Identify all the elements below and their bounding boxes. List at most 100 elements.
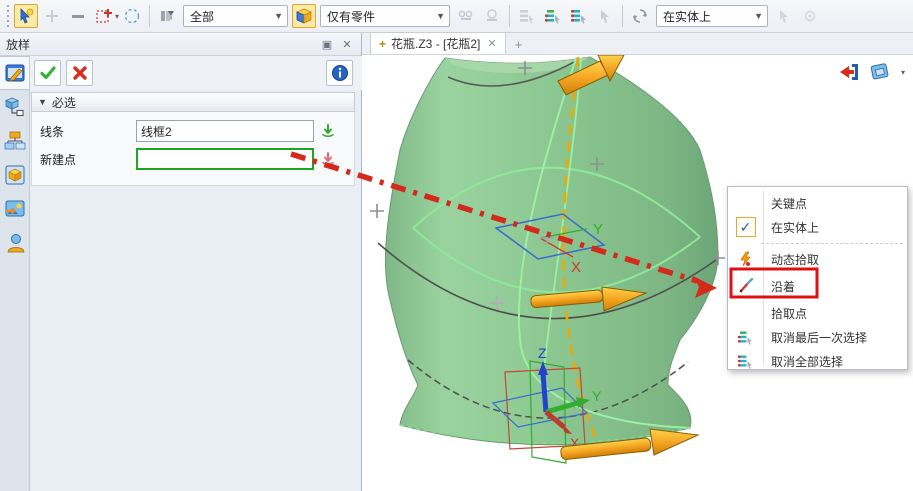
view-orientation-caret[interactable]: ▾ bbox=[901, 68, 905, 77]
unpick-all-button[interactable] bbox=[567, 4, 591, 28]
newpoint-label: 新建点 bbox=[40, 151, 136, 168]
tab-plus-icon: + bbox=[379, 37, 386, 51]
required-section: ▼ 必选 线条 新建点 bbox=[31, 92, 355, 186]
reselect-button[interactable] bbox=[628, 4, 652, 28]
loop-pick-button[interactable] bbox=[480, 4, 504, 28]
org-chart-icon bbox=[4, 130, 26, 152]
add-selection-button[interactable] bbox=[40, 4, 64, 28]
edit-panel-icon bbox=[4, 62, 26, 84]
sidebar-item-view-manager[interactable] bbox=[0, 192, 29, 226]
info-icon bbox=[331, 64, 349, 82]
column-filter-icon bbox=[158, 7, 176, 25]
newpoint-input[interactable] bbox=[136, 148, 314, 170]
field-row-curves: 线条 bbox=[40, 119, 348, 143]
unpick-last-button[interactable] bbox=[541, 4, 565, 28]
lasso-select-button[interactable] bbox=[120, 4, 144, 28]
menu-item-on-entity[interactable]: ✓ 在实体上 bbox=[728, 215, 909, 239]
rotate-arrows-icon bbox=[631, 7, 649, 25]
target-icon bbox=[802, 8, 818, 24]
pick-list-gray-button[interactable] bbox=[515, 4, 539, 28]
new-tab-button[interactable]: + bbox=[506, 34, 532, 54]
dropdown-caret-icon: ▼ bbox=[754, 11, 763, 21]
menu-item-cancel-all[interactable]: 取消全部选择 bbox=[728, 349, 909, 373]
pick-down-green-icon[interactable] bbox=[320, 123, 336, 139]
dropdown-caret-icon: ▼ bbox=[436, 11, 445, 21]
menu-separator bbox=[761, 243, 903, 244]
remove-selection-button[interactable] bbox=[66, 4, 90, 28]
list-unpick-last-icon bbox=[544, 7, 562, 25]
visual-cube-icon bbox=[4, 164, 26, 186]
smart-pick-button[interactable] bbox=[14, 4, 38, 28]
check-icon bbox=[39, 64, 57, 82]
panel-titlebar: 放样 ▣ ✕ bbox=[0, 33, 361, 56]
list-cursor-icon bbox=[518, 7, 536, 25]
plane-x-label: X bbox=[571, 259, 581, 276]
vase-body[interactable] bbox=[385, 57, 718, 445]
chain-pick-button[interactable] bbox=[454, 4, 478, 28]
chain-icon bbox=[457, 7, 475, 25]
cube-3d-icon bbox=[295, 7, 313, 25]
tab-active-document[interactable]: + 花瓶.Z3 - [花瓶2] ✕ bbox=[370, 32, 506, 54]
shape-filter-button[interactable] bbox=[292, 4, 316, 28]
curves-input[interactable] bbox=[136, 120, 314, 142]
exit-sketch-icon[interactable] bbox=[839, 62, 861, 82]
sidebar-item-edit-panel[interactable] bbox=[0, 56, 29, 90]
list-unpick-all-icon bbox=[737, 353, 754, 370]
sidebar-item-assembly-manager[interactable] bbox=[0, 90, 29, 124]
section-label: 必选 bbox=[52, 94, 76, 111]
menu-item-cancel-last[interactable]: 取消最后一次选择 bbox=[728, 325, 909, 349]
dashed-box-plus-icon bbox=[95, 7, 113, 25]
manager-tab-strip bbox=[0, 56, 30, 491]
filter-type-value: 全部 bbox=[190, 8, 214, 25]
triad-z-label: Z bbox=[538, 345, 547, 361]
pick-from-list-caret[interactable]: ▾ bbox=[115, 12, 119, 21]
menu-item-keypoint[interactable]: 关键点 bbox=[728, 191, 909, 215]
document-tabbar: + 花瓶.Z3 - [花瓶2] ✕ + bbox=[362, 33, 913, 55]
filter-column-button[interactable] bbox=[155, 4, 179, 28]
list-unpick-last-icon bbox=[737, 329, 754, 346]
panel-close-button[interactable]: ✕ bbox=[339, 37, 355, 51]
checkmark-icon: ✓ bbox=[736, 217, 756, 237]
cursor-icon bbox=[597, 8, 613, 24]
section-header[interactable]: ▼ 必选 bbox=[31, 92, 355, 112]
pick-from-list-button[interactable] bbox=[92, 4, 116, 28]
pick-mode-dropdown[interactable]: 在实体上 ▼ bbox=[656, 5, 768, 27]
pointer-tool-button[interactable] bbox=[772, 4, 796, 28]
dropdown-caret-icon: ▼ bbox=[274, 11, 283, 21]
triad-z-axis bbox=[543, 373, 546, 412]
application-window: ▾ 全部 ▼ 仅有零件 ▼ bbox=[0, 0, 913, 491]
triad-y-label: Y bbox=[592, 388, 602, 404]
loft-dialog-panel: 放样 ▣ ✕ bbox=[0, 33, 362, 491]
pick-down-red-icon[interactable] bbox=[320, 151, 336, 167]
cursor-spark-icon bbox=[17, 7, 35, 25]
menu-item-along[interactable]: 沿着 bbox=[728, 271, 909, 301]
field-row-newpoint: 新建点 bbox=[40, 147, 348, 171]
pick-cursor-button[interactable] bbox=[593, 4, 617, 28]
pen-icon bbox=[738, 278, 754, 294]
loop-icon bbox=[483, 7, 501, 25]
menu-item-dynamic-pick[interactable]: 动态拾取 bbox=[728, 247, 909, 271]
panel-restore-button[interactable]: ▣ bbox=[319, 37, 335, 51]
info-button[interactable] bbox=[326, 60, 353, 86]
curves-label: 线条 bbox=[40, 123, 136, 140]
sidebar-item-role-manager[interactable] bbox=[0, 226, 29, 260]
view-orientation-icon[interactable] bbox=[869, 61, 893, 83]
cursor-icon bbox=[776, 8, 792, 24]
lightning-icon bbox=[738, 251, 754, 267]
menu-item-pick-point[interactable]: 拾取点 bbox=[728, 301, 909, 325]
dialog-toolbar bbox=[30, 56, 362, 90]
panel-title: 放样 bbox=[6, 36, 30, 53]
close-x-icon bbox=[71, 64, 89, 82]
target-tool-button[interactable] bbox=[798, 4, 822, 28]
sidebar-item-history-manager[interactable] bbox=[0, 124, 29, 158]
user-icon bbox=[4, 232, 26, 254]
dashed-circle-icon bbox=[123, 7, 141, 25]
part-filter-dropdown[interactable]: 仅有零件 ▼ bbox=[320, 5, 450, 27]
filter-type-dropdown[interactable]: 全部 ▼ bbox=[183, 5, 288, 27]
sidebar-item-visual-manager[interactable] bbox=[0, 158, 29, 192]
cancel-button[interactable] bbox=[66, 60, 93, 86]
toolbar-grip[interactable] bbox=[5, 5, 10, 27]
tab-close-icon[interactable]: ✕ bbox=[487, 37, 496, 50]
ok-button[interactable] bbox=[34, 60, 61, 86]
context-menu: 关键点 ✓ 在实体上 动态拾取 bbox=[727, 186, 908, 370]
